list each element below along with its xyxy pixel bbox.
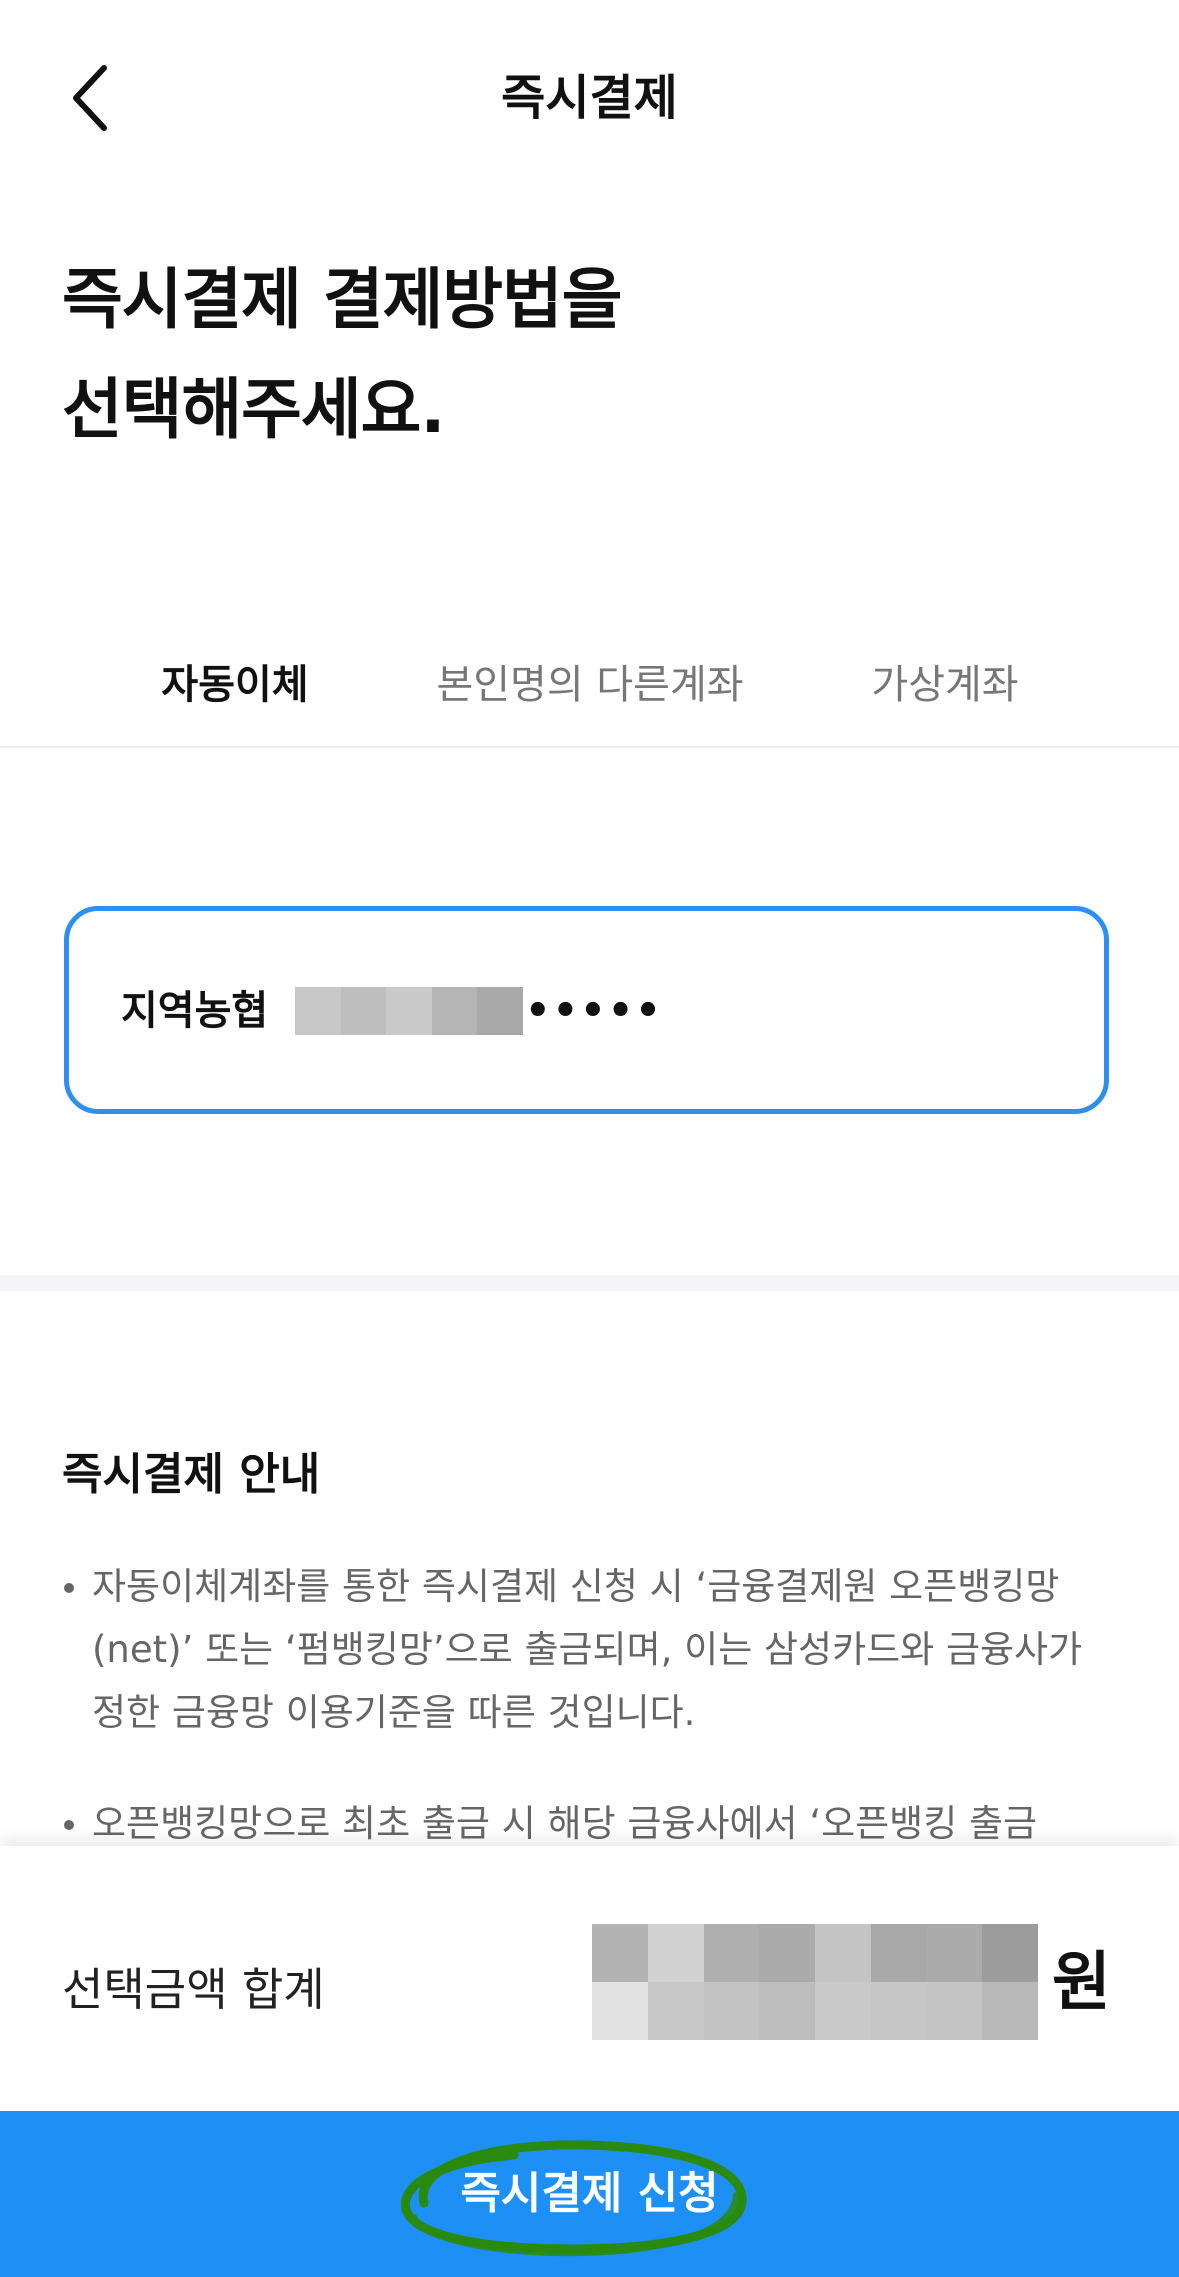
tab-auto-transfer[interactable]: 자동이체 — [130, 640, 340, 730]
headline-line-2: 선택해주세요. — [62, 371, 445, 448]
header: 즉시결제 — [0, 0, 1179, 190]
masked-account-number — [295, 987, 523, 1035]
guide-title: 즉시결제 안내 — [62, 1449, 321, 1500]
section-divider — [0, 1275, 1179, 1291]
headline: 즉시결제 결제방법을 선택해주세요. — [62, 245, 622, 465]
masked-total-amount — [592, 1924, 1038, 2040]
bank-name: 지역농협 — [121, 988, 269, 1034]
summary-panel: 선택금액 합계 원 — [0, 1846, 1179, 2111]
instant-payment-button-label: 즉시결제 신청 — [460, 2168, 719, 2219]
currency-unit: 원 — [1052, 1946, 1111, 2020]
instant-payment-button[interactable]: 즉시결제 신청 — [0, 2111, 1179, 2277]
account-card[interactable]: 지역농협 ••••• — [64, 906, 1109, 1114]
tab-other-own-account[interactable]: 본인명의 다른계좌 — [420, 640, 760, 730]
guide-item: 자동이체계좌를 통한 즉시결제 신청 시 ‘금융결제원 오픈뱅킹망(net)’ … — [62, 1555, 1122, 1744]
headline-line-1: 즉시결제 결제방법을 — [62, 261, 622, 338]
tab-virtual-account[interactable]: 가상계좌 — [840, 640, 1050, 730]
page-title: 즉시결제 — [501, 70, 678, 126]
payment-method-tabs: 자동이체 본인명의 다른계좌 가상계좌 — [0, 620, 1179, 748]
total-amount-label: 선택금액 합계 — [62, 1963, 325, 2016]
account-number-dots: ••••• — [525, 988, 663, 1034]
